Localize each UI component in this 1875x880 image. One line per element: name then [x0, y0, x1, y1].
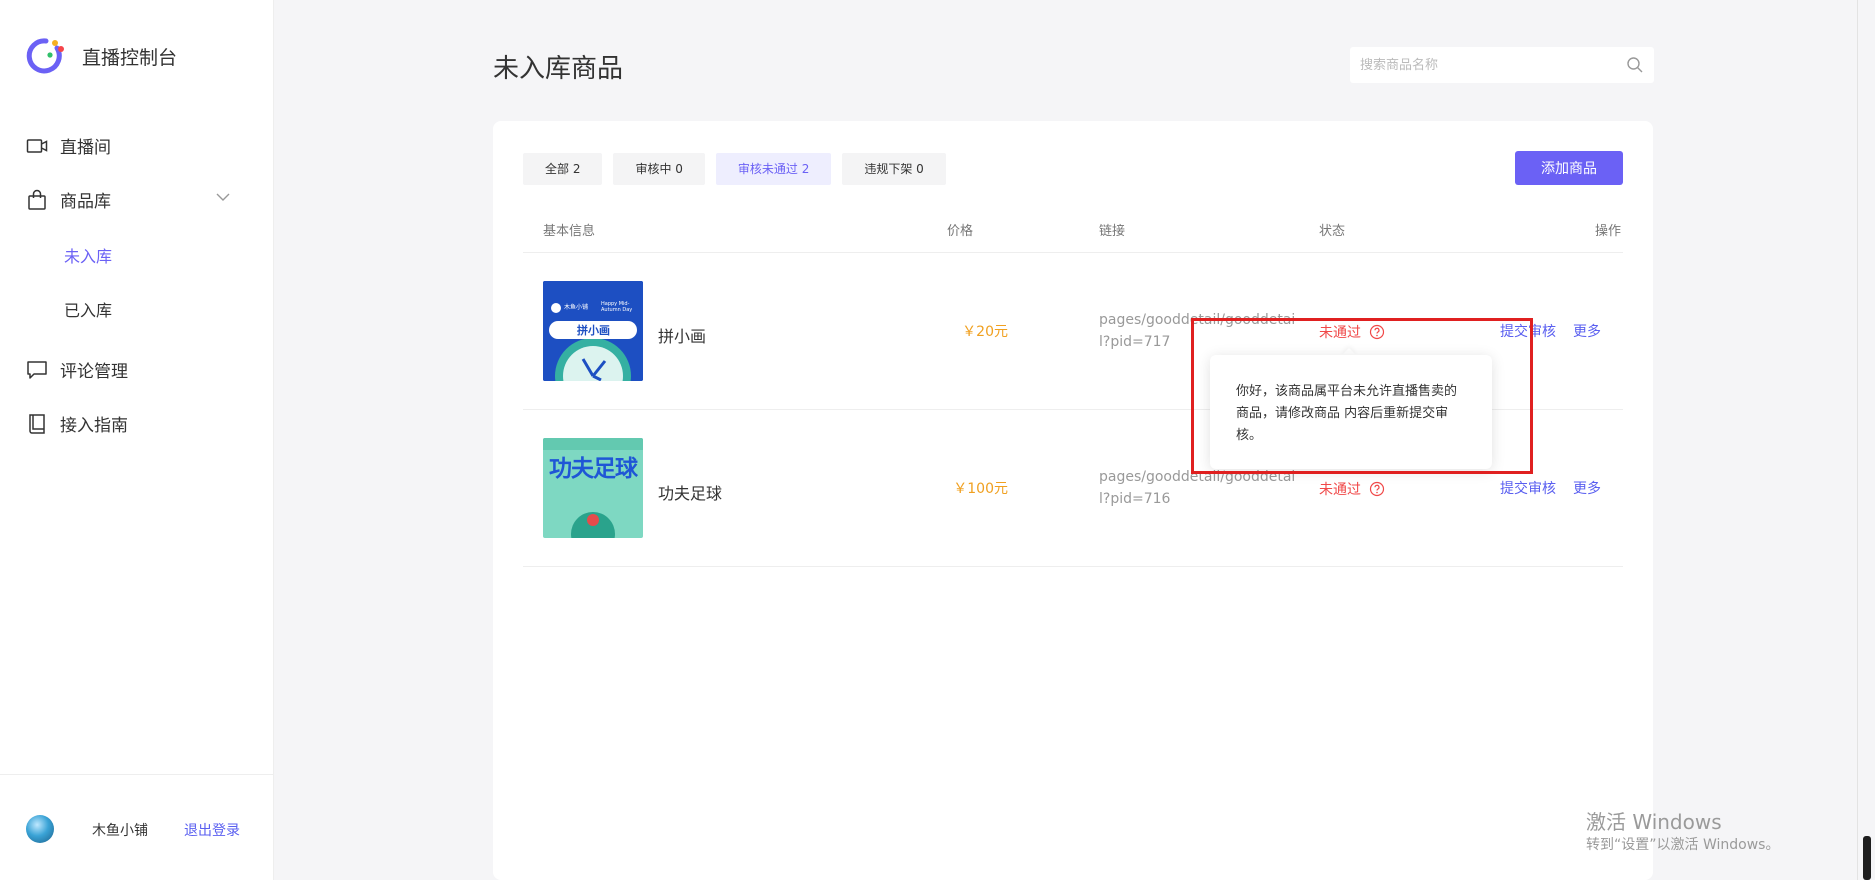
sidebar-item-live-room[interactable]: 直播间	[26, 133, 111, 158]
thumbnail-tag: Happy Mid-Autumn Day	[601, 301, 633, 313]
tab-violation-removed[interactable]: 违规下架 0	[842, 153, 946, 185]
sidebar-item-comments[interactable]: 评论管理	[26, 357, 128, 382]
tab-reviewing[interactable]: 审核中 0	[613, 153, 705, 185]
activation-watermark-title: 激活 Windows	[1586, 810, 1722, 834]
more-button[interactable]: 更多	[1573, 478, 1601, 498]
sidebar-item-label: 直播间	[60, 138, 111, 158]
filter-tabs: 全部 2 审核中 0 审核未通过 2 违规下架 0	[523, 153, 957, 185]
product-price: ￥100元	[953, 481, 1008, 497]
search-input[interactable]	[1350, 47, 1610, 83]
brand: 直播控制台	[26, 36, 177, 76]
sidebar-item-guide[interactable]: 接入指南	[26, 411, 128, 436]
search-icon[interactable]	[1626, 56, 1644, 74]
logout-link[interactable]: 退出登录	[184, 820, 240, 840]
column-header-link: 链接	[1099, 224, 1126, 239]
table-header: 基本信息 价格 链接 状态 操作	[523, 201, 1623, 253]
brand-logo-icon	[26, 36, 66, 76]
sidebar-item-label: 接入指南	[60, 416, 128, 436]
shopping-bag-icon	[26, 189, 48, 211]
activation-watermark-subtitle: 转到“设置”以激活 Windows。	[1586, 837, 1780, 853]
product-thumbnail: 拼小画 木鱼小铺 Happy Mid-Autumn Day	[543, 281, 643, 381]
thumbnail-brand: 木鱼小铺	[564, 304, 589, 311]
sidebar-footer: 木鱼小铺 退出登录	[0, 774, 274, 880]
sidebar-subitem-stored[interactable]: 已入库	[64, 297, 112, 321]
page-title: 未入库商品	[493, 54, 624, 84]
column-header-actions: 操作	[1595, 224, 1622, 239]
comment-icon	[26, 359, 48, 381]
tab-rejected[interactable]: 审核未通过 2	[715, 153, 832, 185]
product-thumbnail: 功夫足球	[543, 438, 643, 538]
sidebar-item-product-library[interactable]: 商品库	[26, 187, 111, 212]
book-icon	[26, 413, 48, 435]
highlight-annotation-box	[1191, 318, 1533, 474]
column-header-basic-info: 基本信息	[543, 224, 596, 239]
sidebar: 直播控制台 直播间 商品库 未入库 已入库 评论管理 接入指南 木鱼小铺 退出登…	[0, 0, 274, 880]
brand-title: 直播控制台	[82, 46, 178, 69]
question-icon[interactable]	[1369, 481, 1385, 497]
scrollbar[interactable]	[1857, 0, 1875, 880]
column-header-status: 状态	[1319, 224, 1346, 239]
product-card: 全部 2 审核中 0 审核未通过 2 违规下架 0 添加商品 基本信息 价格 链…	[493, 121, 1653, 880]
column-header-price: 价格	[947, 224, 974, 239]
avatar[interactable]	[26, 815, 54, 843]
product-name: 拼小画	[658, 327, 707, 346]
scrollbar-thumb[interactable]	[1863, 836, 1871, 880]
sidebar-subitem-not-stored[interactable]: 未入库	[64, 243, 112, 267]
chevron-down-icon[interactable]	[214, 188, 232, 206]
thumbnail-caption: 拼小画	[577, 324, 610, 337]
more-button[interactable]: 更多	[1573, 321, 1601, 341]
search-box	[1350, 47, 1654, 83]
status-text: 未通过	[1319, 482, 1361, 498]
product-name: 功夫足球	[658, 484, 723, 503]
add-product-button[interactable]: 添加商品	[1515, 151, 1623, 185]
product-price: ￥20元	[962, 324, 1008, 340]
status-badge: 未通过	[1319, 479, 1385, 499]
thumbnail-caption: 功夫足球	[549, 456, 638, 482]
user-name: 木鱼小铺	[92, 823, 148, 839]
sidebar-item-label: 评论管理	[60, 362, 128, 382]
submit-review-button[interactable]: 提交审核	[1500, 478, 1556, 498]
sidebar-item-label: 商品库	[60, 192, 111, 212]
tab-all[interactable]: 全部 2	[523, 153, 603, 185]
video-camera-icon	[26, 135, 48, 157]
